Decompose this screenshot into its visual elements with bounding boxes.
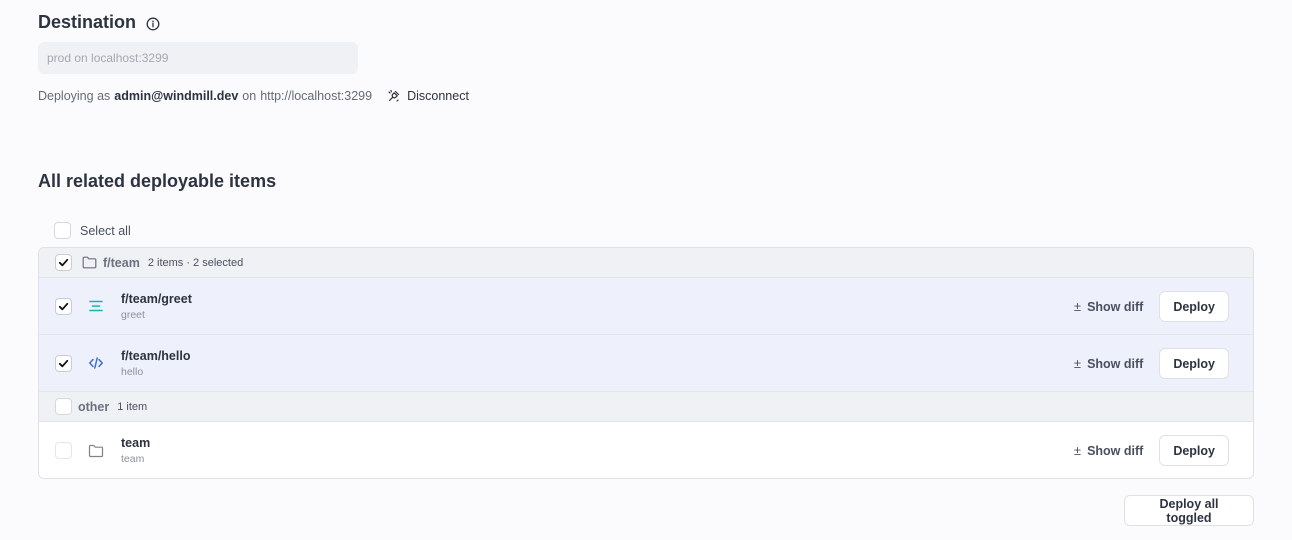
check-icon [58, 302, 69, 310]
plus-minus-icon: ± [1073, 299, 1082, 314]
deploying-on: on [242, 89, 257, 103]
select-all-checkbox[interactable] [54, 222, 71, 239]
deploy-button[interactable]: Deploy [1159, 348, 1229, 379]
item-row[interactable]: f/team/greet greet ± Show diff Deploy [39, 278, 1253, 335]
group-name: f/team [103, 255, 140, 270]
group-name: other [78, 399, 110, 414]
item-row[interactable]: team team ± Show diff Deploy [39, 422, 1253, 478]
select-all-label: Select all [80, 223, 131, 238]
flow-icon [87, 297, 105, 315]
item-summary: hello [121, 365, 144, 378]
deploying-user: admin@windmill.dev [114, 89, 239, 103]
check-icon [58, 258, 69, 267]
group-row[interactable]: other 1 item [39, 392, 1253, 422]
deploying-info: Deploying as admin@windmill.dev on http:… [38, 88, 469, 104]
destination-header: Destination [38, 12, 160, 33]
item-checkbox[interactable] [55, 354, 72, 372]
select-all[interactable]: Select all [54, 222, 131, 239]
deploying-prefix: Deploying as [38, 89, 111, 103]
check-icon [58, 359, 69, 367]
item-summary: greet [121, 308, 145, 321]
show-diff-button[interactable]: ± Show diff [1074, 356, 1143, 371]
deployable-items-table: f/team 2 items · 2 selected f/team/greet… [38, 247, 1254, 479]
item-summary: team [121, 453, 145, 465]
group-meta: 2 items · 2 selected [147, 256, 244, 269]
info-icon[interactable] [146, 17, 160, 31]
show-diff-button[interactable]: ± Show diff [1074, 299, 1143, 314]
item-path: f/team/greet [121, 291, 192, 306]
item-row[interactable]: f/team/hello hello ± Show diff Deploy [39, 335, 1253, 392]
deploy-button[interactable]: Deploy [1159, 435, 1229, 466]
folder-icon [82, 256, 97, 269]
group-checkbox[interactable] [55, 254, 72, 271]
plus-minus-icon: ± [1073, 443, 1082, 458]
group-meta: 1 item [117, 400, 148, 413]
item-checkbox[interactable] [55, 442, 72, 459]
folder-icon [87, 442, 105, 460]
destination-title: Destination [38, 12, 137, 32]
show-diff-button[interactable]: ± Show diff [1074, 443, 1143, 458]
show-diff-label: Show diff [1087, 356, 1144, 371]
show-diff-label: Show diff [1087, 443, 1144, 458]
item-path: team [121, 436, 151, 450]
disconnect-label: Disconnect [407, 89, 469, 103]
plus-minus-icon: ± [1073, 356, 1082, 371]
unplug-icon [388, 89, 400, 102]
deploy-button[interactable]: Deploy [1159, 291, 1229, 322]
group-row[interactable]: f/team 2 items · 2 selected [39, 248, 1253, 278]
show-diff-label: Show diff [1087, 299, 1144, 314]
group-checkbox[interactable] [55, 398, 72, 415]
deploy-all-toggled-button[interactable]: Deploy all toggled [1124, 495, 1254, 526]
code-icon [87, 354, 105, 372]
deploying-url: http://localhost:3299 [260, 89, 373, 103]
items-section-title: All related deployable items [38, 171, 277, 191]
disconnect-button[interactable]: Disconnect [387, 89, 469, 103]
destination-input[interactable] [38, 42, 358, 74]
item-checkbox[interactable] [55, 297, 72, 315]
item-path: f/team/hello [121, 348, 191, 363]
